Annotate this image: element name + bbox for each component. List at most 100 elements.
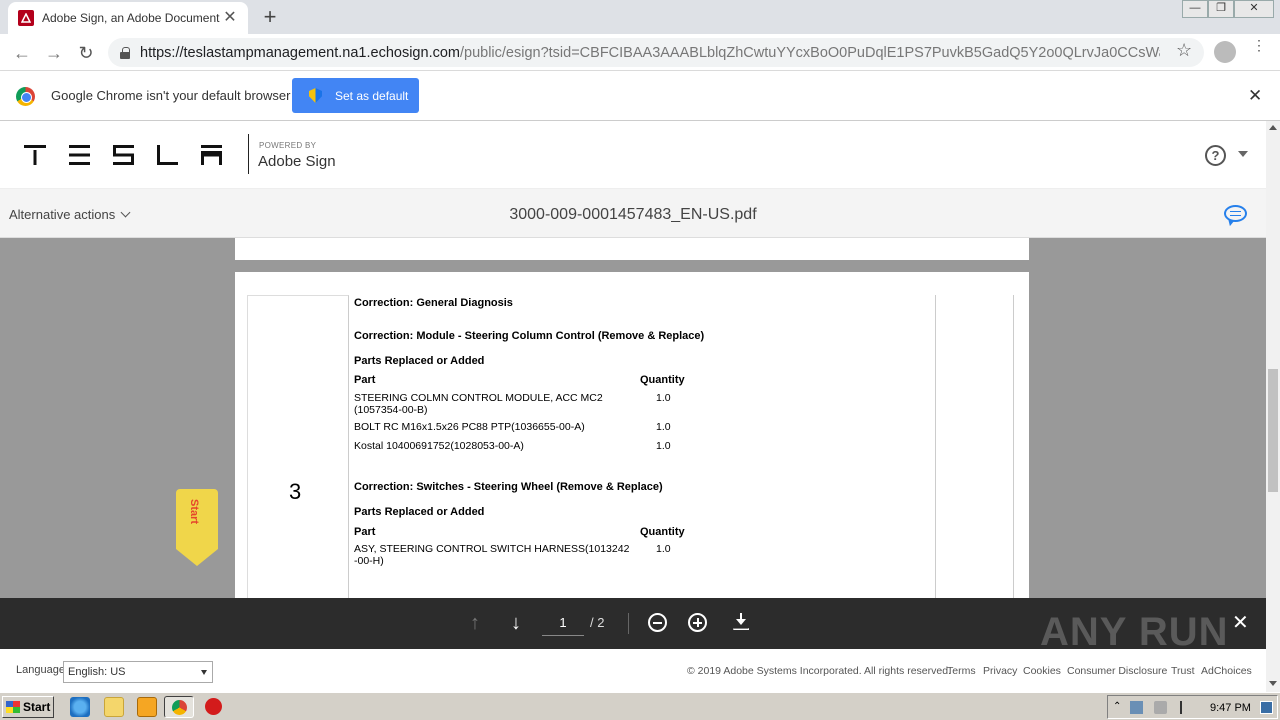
part-name-cont: -00-H) [354,555,384,567]
show-desktop-icon[interactable] [1260,701,1273,714]
part-name: ASY, STEERING CONTROL SWITCH HARNESS(101… [354,543,630,555]
document-page-1 [235,238,1029,260]
document-filename: 3000-009-0001457483_EN-US.pdf [509,206,757,223]
section-title: Correction: Switches - Steering Wheel (R… [354,481,663,493]
zoom-out-icon[interactable] [648,613,667,632]
parts-heading: Parts Replaced or Added [354,506,485,518]
windows-logo-icon [6,701,20,713]
address-bar[interactable]: https://teslastampmanagement.na1.echosig… [108,38,1204,67]
tab-title: Adobe Sign, an Adobe Document Cl [42,11,220,25]
copyright-text: © 2019 Adobe Systems Incorporated. All r… [687,665,951,677]
url-path: /public/esign?tsid=CBFCIBAA3AAABLblqZhCw… [459,44,1160,61]
profile-avatar[interactable] [1214,41,1236,63]
sign-header: POWERED BY Adobe Sign ? [0,121,1280,189]
quantity-column-header: Quantity [640,526,685,538]
part-quantity: 1.0 [656,440,671,452]
chrome-menu-icon[interactable]: ⋮ [1252,38,1266,52]
toolbar-divider [628,613,629,634]
start-signing-tag[interactable]: Start [176,489,218,566]
zoom-in-icon[interactable] [688,613,707,632]
next-page-icon[interactable]: ↓ [504,611,528,635]
adobe-favicon-icon [18,10,34,26]
restore-button[interactable]: ❐ [1208,0,1234,18]
toolbar-close-icon[interactable]: ✕ [1232,610,1249,635]
powered-by-label: POWERED BY [259,141,317,150]
language-label: Language [16,664,65,676]
row-number: 3 [289,479,302,504]
footer-link-consumer-disclosure[interactable]: Consumer Disclosure [1067,665,1167,677]
scroll-thumb[interactable] [1268,369,1278,492]
footer-link-privacy[interactable]: Privacy [983,665,1017,677]
part-name-cont: (1057354-00-B) [354,404,428,416]
internet-explorer-icon[interactable] [70,697,90,717]
part-column-header: Part [354,526,376,538]
part-quantity: 1.0 [656,543,671,555]
volume-icon[interactable] [1154,701,1167,714]
chrome-icon [172,700,187,715]
window-close-button[interactable]: ✕ [1234,0,1274,18]
tab-close-icon[interactable]: ✕ [222,10,238,26]
part-quantity: 1.0 [656,421,671,433]
help-dropdown-caret-icon[interactable] [1238,151,1248,157]
table-divider [1013,295,1014,598]
start-button[interactable]: Start [2,696,54,718]
back-icon[interactable]: ← [10,41,34,65]
quantity-column-header: Quantity [640,374,685,386]
bookmark-star-icon[interactable]: ☆ [1176,40,1192,61]
tray-expand-icon[interactable]: ⌃ [1113,701,1126,714]
footer-link-trust[interactable]: Trust [1171,665,1195,677]
browser-tab[interactable]: Adobe Sign, an Adobe Document Cl ✕ [8,2,248,34]
tesla-logo [24,145,222,165]
url-host: https://teslastampmanagement.na1.echosig… [140,44,460,61]
page-footer: Language English: US © 2019 Adobe System… [0,649,1266,692]
folder-icon[interactable] [104,697,124,717]
chat-icon[interactable] [1224,205,1247,222]
scroll-down-arrow-icon[interactable] [1269,681,1277,686]
language-select[interactable]: English: US [63,661,213,683]
part-name: BOLT RC M16x1.5x26 PC88 PTP(1036655-00-A… [354,421,585,433]
page-number-input[interactable]: 1 [542,612,584,636]
lock-icon[interactable] [120,46,130,59]
page-total: / 2 [590,615,605,630]
page-scrollbar[interactable] [1266,121,1280,692]
part-column-header: Part [354,374,376,386]
flag-icon[interactable] [1180,701,1193,714]
minimize-button[interactable]: — [1182,0,1208,18]
infobar-close-icon[interactable]: ✕ [1248,86,1262,106]
download-icon[interactable] [733,613,749,631]
browser-toolbar: ← → ↻ https://teslastampmanagement.na1.e… [0,34,1280,71]
footer-link-terms[interactable]: Terms [947,665,976,677]
logo-divider [248,134,249,174]
parts-heading: Parts Replaced or Added [354,355,485,367]
document-page-2: 3 Correction: General Diagnosis Correcti… [235,272,1029,598]
stop-icon[interactable] [205,698,222,715]
taskbar-clock: 9:47 PM [1210,702,1251,714]
section-title: Correction: General Diagnosis [354,297,513,309]
start-label: Start [188,499,200,525]
reload-icon[interactable]: ↻ [74,41,98,65]
network-icon[interactable] [1130,701,1143,714]
new-tab-button[interactable]: + [258,5,282,29]
scroll-up-arrow-icon[interactable] [1269,125,1277,130]
part-name: STEERING COLMN CONTROL MODULE, ACC MC2 [354,392,603,404]
media-player-icon[interactable] [137,697,157,717]
forward-icon[interactable]: → [42,41,66,65]
help-icon[interactable]: ? [1205,145,1226,166]
system-tray: ⌃ 9:47 PM [1107,695,1278,719]
document-toolbar: ↑ ↓ 1 / 2 ANY RUN ✕ [0,598,1266,654]
footer-link-cookies[interactable]: Cookies [1023,665,1061,677]
chrome-taskbar-button[interactable] [164,696,194,718]
set-as-default-button[interactable]: Set as default [292,78,419,113]
previous-page-icon[interactable]: ↑ [463,611,487,635]
default-browser-infobar: Google Chrome isn't your default browser… [0,71,1280,121]
browser-tab-strip: Adobe Sign, an Adobe Document Cl ✕ + — ❐… [0,0,1280,34]
start-label: Start [23,700,51,714]
windows-taskbar: Start ⌃ 9:47 PM [0,692,1280,720]
adobe-sign-label: Adobe Sign [258,153,336,170]
section-title: Correction: Module - Steering Column Con… [354,330,705,342]
part-quantity: 1.0 [656,392,671,404]
footer-link-adchoices[interactable]: AdChoices [1201,665,1252,677]
chevron-down-icon [201,670,207,675]
part-name: Kostal 10400691752(1028053-00-A) [354,440,524,452]
row-number-cell: 3 [247,295,349,598]
